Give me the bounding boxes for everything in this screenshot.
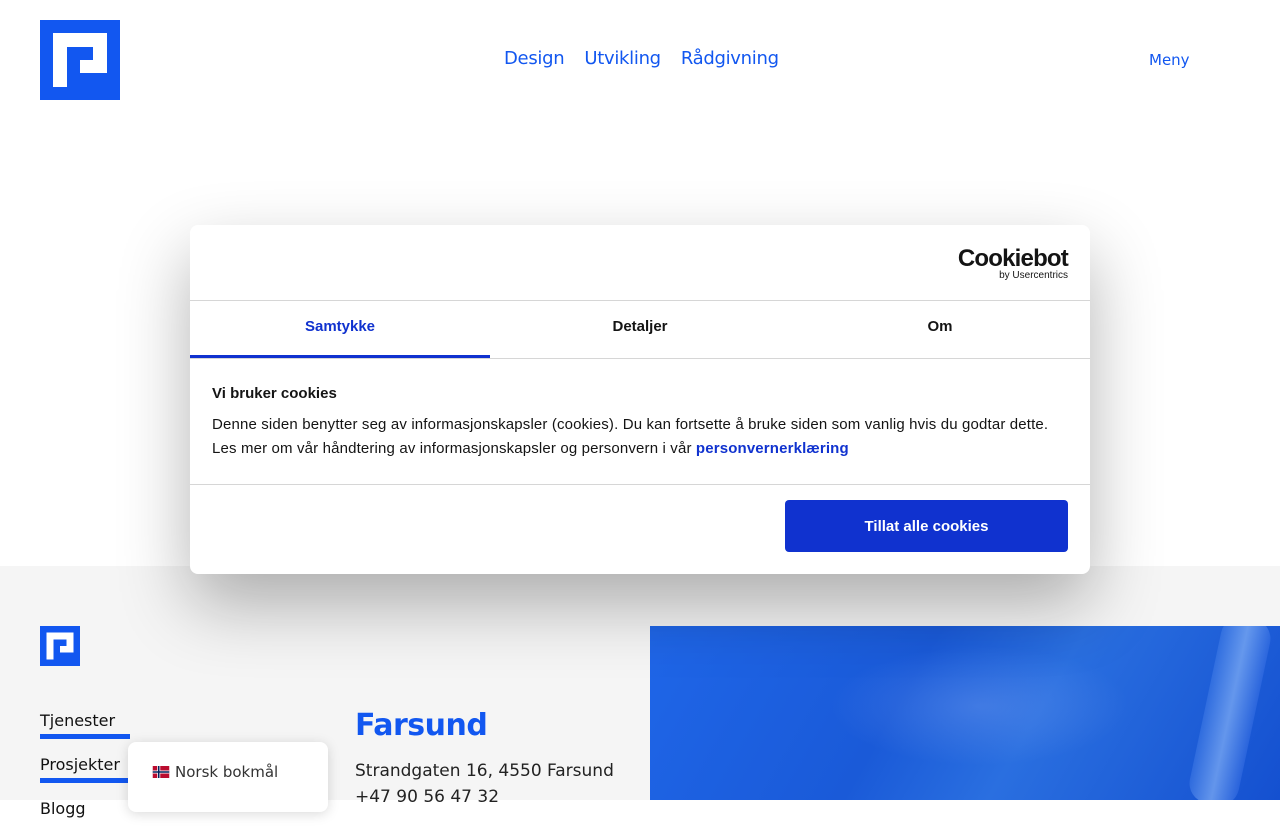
tab-detaljer[interactable]: Detaljer bbox=[490, 301, 790, 358]
nav-design[interactable]: Design bbox=[504, 48, 565, 69]
tab-om[interactable]: Om bbox=[790, 301, 1090, 358]
footer-nav: Tjenester Prosjekter Blogg bbox=[40, 712, 130, 839]
privacy-policy-link[interactable]: personvernerklæring bbox=[696, 440, 849, 457]
menu-button[interactable]: Meny bbox=[1149, 51, 1190, 69]
cookie-title: Vi bruker cookies bbox=[212, 385, 337, 402]
language-switcher[interactable]: Norsk bokmål bbox=[128, 742, 328, 812]
cookiebot-logo-text: Cookiebot bbox=[957, 245, 1069, 272]
logo-icon[interactable] bbox=[40, 20, 120, 100]
cookiebot-logo: Cookiebot by Usercentrics bbox=[957, 245, 1069, 282]
office-city: Farsund bbox=[355, 708, 488, 743]
cookie-body: Denne siden benytter seg av informasjons… bbox=[212, 413, 1072, 461]
cookie-body-text: Denne siden benytter seg av informasjons… bbox=[212, 416, 1049, 457]
nav-utvikling[interactable]: Utvikling bbox=[584, 48, 661, 69]
allow-all-cookies-button[interactable]: Tillat alle cookies bbox=[785, 500, 1068, 552]
tab-samtykke[interactable]: Samtykke bbox=[190, 301, 490, 358]
footer-hero-image bbox=[650, 626, 1280, 800]
footer-nav-prosjekter[interactable]: Prosjekter bbox=[40, 756, 130, 783]
language-label: Norsk bokmål bbox=[175, 763, 279, 781]
cookie-tabs: Samtykke Detaljer Om bbox=[190, 301, 1090, 358]
divider bbox=[190, 358, 1090, 359]
cookie-dialog: Cookiebot by Usercentrics Samtykke Detal… bbox=[190, 225, 1090, 574]
norway-flag-icon bbox=[152, 766, 170, 778]
image-glow bbox=[830, 646, 1130, 766]
office-phone[interactable]: +47 90 56 47 32 bbox=[355, 787, 614, 807]
footer-nav-tjenester[interactable]: Tjenester bbox=[40, 712, 130, 739]
footer-nav-blogg[interactable]: Blogg bbox=[40, 800, 130, 822]
office-info: Farsund Strandgaten 16, 4550 Farsund +47… bbox=[355, 708, 614, 807]
pen-shape bbox=[1185, 626, 1275, 800]
nav-radgivning[interactable]: Rådgivning bbox=[681, 48, 779, 69]
footer-logo-icon[interactable] bbox=[40, 626, 80, 666]
main-nav: Design Utvikling Rådgivning bbox=[504, 48, 779, 69]
office-address: Strandgaten 16, 4550 Farsund bbox=[355, 761, 614, 781]
divider bbox=[190, 484, 1090, 485]
